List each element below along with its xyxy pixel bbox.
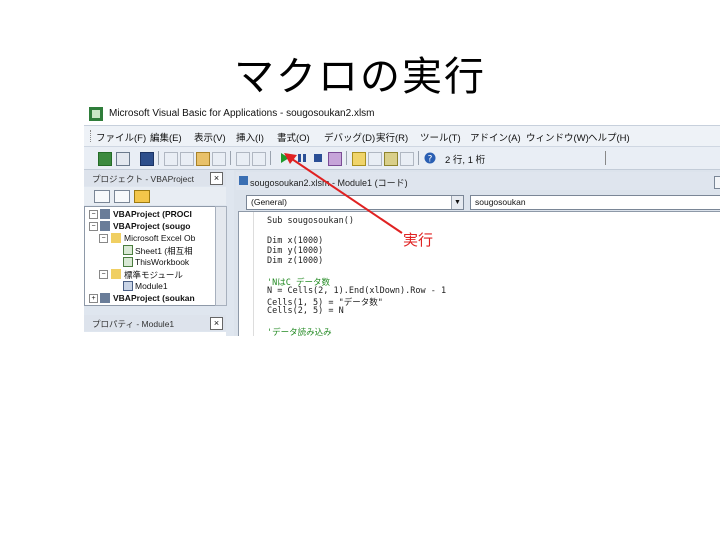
vba-editor-screenshot: Microsoft Visual Basic for Applications … — [84, 103, 720, 336]
run-annotation-arrow — [284, 153, 403, 234]
slide-title: マクロの実行 — [234, 54, 486, 100]
run-annotation-label: 実行 — [403, 232, 434, 249]
